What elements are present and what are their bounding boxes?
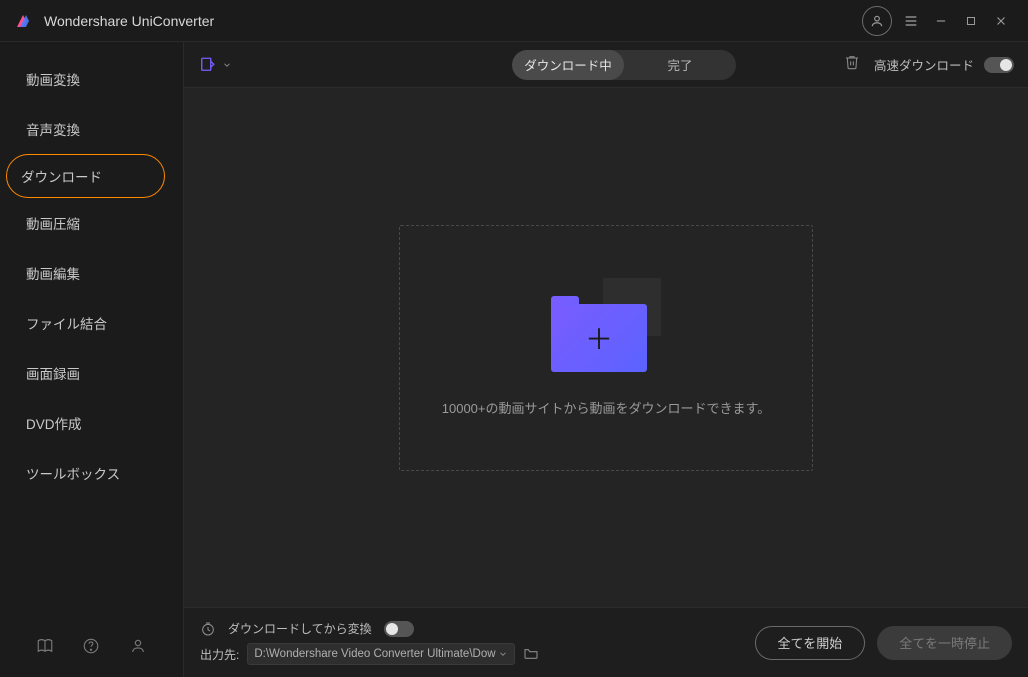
clock-icon bbox=[200, 621, 216, 637]
download-empty-area: ＋ 10000+の動画サイトから動画をダウンロードできます。 bbox=[184, 88, 1028, 607]
sidebar-item-video-convert[interactable]: 動画変換 bbox=[0, 54, 183, 104]
sidebar-item-label: 動画圧縮 bbox=[26, 213, 80, 233]
app-title: Wondershare UniConverter bbox=[44, 13, 214, 29]
sidebar-item-record[interactable]: 画面録画 bbox=[0, 348, 183, 398]
trash-button[interactable] bbox=[844, 54, 860, 75]
sidebar-item-edit[interactable]: 動画編集 bbox=[0, 248, 183, 298]
output-dir-label: 出力先: bbox=[200, 646, 239, 663]
app-logo-icon bbox=[12, 10, 34, 32]
dropzone-text: 10000+の動画サイトから動画をダウンロードできます。 bbox=[442, 398, 770, 417]
bottombar: ダウンロードしてから変換 出力先: D:\Wondershare Video C… bbox=[184, 607, 1028, 677]
sidebar-item-audio-convert[interactable]: 音声変換 bbox=[0, 104, 183, 154]
button-label: 全てを一時停止 bbox=[899, 633, 990, 652]
account-button[interactable] bbox=[862, 6, 892, 36]
sidebar-item-compress[interactable]: 動画圧縮 bbox=[0, 198, 183, 248]
close-button[interactable] bbox=[986, 6, 1016, 36]
sidebar: 動画変換 音声変換 ダウンロード 動画圧縮 動画編集 ファイル結合 画面録画 D… bbox=[0, 42, 184, 677]
speed-download-toggle[interactable] bbox=[984, 57, 1014, 73]
add-url-button[interactable] bbox=[198, 56, 232, 74]
guide-icon[interactable] bbox=[31, 632, 59, 660]
plus-icon: ＋ bbox=[585, 318, 613, 358]
tab-completed[interactable]: 完了 bbox=[624, 50, 736, 80]
start-all-button[interactable]: 全てを開始 bbox=[755, 626, 866, 660]
tab-label: ダウンロード中 bbox=[524, 55, 612, 74]
download-toolbar: ダウンロード中 完了 高速ダウンロード bbox=[184, 42, 1028, 88]
dropzone[interactable]: ＋ 10000+の動画サイトから動画をダウンロードできます。 bbox=[399, 225, 813, 471]
output-path-select[interactable]: D:\Wondershare Video Converter Ultimate\… bbox=[247, 643, 515, 665]
sidebar-item-label: 音声変換 bbox=[26, 119, 80, 139]
speed-download-label: 高速ダウンロード bbox=[874, 55, 974, 74]
tab-downloading[interactable]: ダウンロード中 bbox=[512, 50, 624, 80]
sidebar-item-dvd[interactable]: DVD作成 bbox=[0, 398, 183, 448]
add-folder-icon: ＋ bbox=[551, 278, 661, 372]
minimize-button[interactable] bbox=[926, 6, 956, 36]
account2-icon[interactable] bbox=[124, 632, 152, 660]
download-tab-switch: ダウンロード中 完了 bbox=[512, 50, 736, 80]
menu-icon[interactable] bbox=[896, 6, 926, 36]
sidebar-item-label: ツールボックス bbox=[26, 463, 120, 483]
sidebar-item-download[interactable]: ダウンロード bbox=[6, 154, 165, 198]
convert-after-toggle[interactable] bbox=[384, 621, 414, 637]
maximize-button[interactable] bbox=[956, 6, 986, 36]
sidebar-item-label: ファイル結合 bbox=[26, 313, 107, 333]
sidebar-item-toolbox[interactable]: ツールボックス bbox=[0, 448, 183, 498]
help-icon[interactable] bbox=[77, 632, 105, 660]
main-panel: ダウンロード中 完了 高速ダウンロード ＋ 10000+の動画サイトから動画をダ… bbox=[184, 42, 1028, 677]
chevron-down-icon bbox=[222, 60, 232, 70]
convert-after-label: ダウンロードしてから変換 bbox=[228, 620, 372, 637]
sidebar-item-label: 動画編集 bbox=[26, 263, 80, 283]
sidebar-item-label: DVD作成 bbox=[26, 413, 82, 433]
sidebar-item-merge[interactable]: ファイル結合 bbox=[0, 298, 183, 348]
tab-label: 完了 bbox=[667, 55, 692, 74]
sidebar-item-label: ダウンロード bbox=[21, 166, 102, 186]
chevron-down-icon bbox=[498, 649, 508, 659]
pause-all-button[interactable]: 全てを一時停止 bbox=[877, 626, 1012, 660]
open-folder-button[interactable] bbox=[523, 645, 539, 664]
sidebar-item-label: 動画変換 bbox=[26, 69, 80, 89]
output-path-text: D:\Wondershare Video Converter Ultimate\… bbox=[254, 648, 495, 660]
button-label: 全てを開始 bbox=[778, 633, 843, 652]
sidebar-item-label: 画面録画 bbox=[26, 363, 80, 383]
titlebar: Wondershare UniConverter bbox=[0, 0, 1028, 42]
